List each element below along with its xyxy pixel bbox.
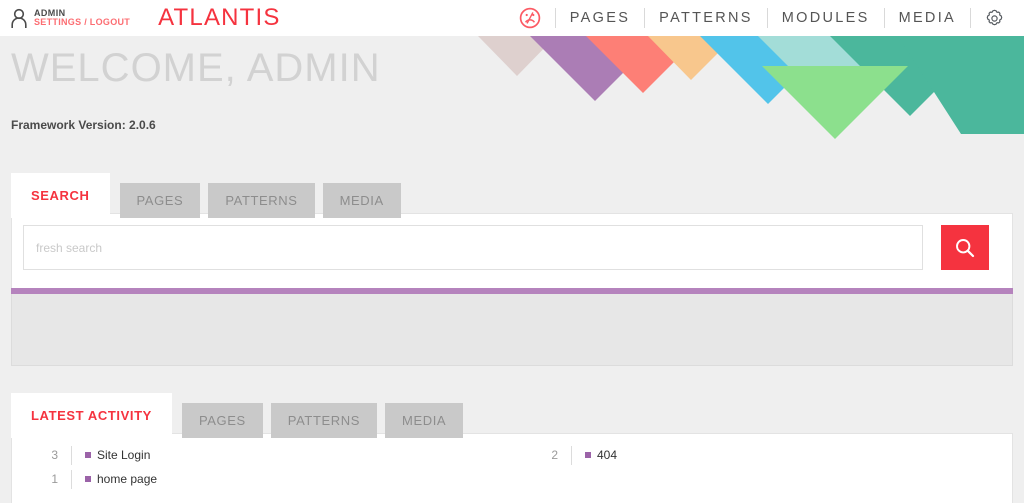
tab-latest-activity[interactable]: LATEST ACTIVITY (11, 393, 172, 438)
settings-logout-links[interactable]: SETTINGS / LOGOUT (34, 17, 130, 27)
tab-activity-pages[interactable]: PAGES (181, 403, 263, 438)
user-account-block[interactable]: ADMIN SETTINGS / LOGOUT (9, 7, 130, 29)
bullet-icon (85, 452, 91, 458)
activity-count: 2 (551, 448, 558, 462)
brand-title: ATLANTIS (158, 4, 281, 31)
nav-divider (644, 8, 646, 28)
nav-item-modules[interactable]: MODULES (782, 10, 870, 26)
nav-item-pages[interactable]: PAGES (570, 10, 630, 26)
activity-label: 404 (597, 448, 618, 462)
nav-divider (554, 8, 556, 28)
tab-activity-patterns[interactable]: PATTERNS (270, 403, 378, 438)
search-button[interactable] (941, 225, 989, 270)
activity-tab-bar: LATEST ACTIVITY PAGES PATTERNS MEDIA (11, 393, 471, 438)
gear-icon[interactable] (985, 9, 1004, 28)
activity-count: 1 (51, 472, 58, 486)
tab-search-pages[interactable]: PAGES (119, 183, 201, 218)
framework-version-label: Framework Version: 2.0.6 (11, 118, 156, 132)
tab-search-media[interactable]: MEDIA (322, 183, 401, 218)
activity-divider (71, 445, 72, 465)
bullet-icon (85, 476, 91, 482)
nav-item-patterns[interactable]: PATTERNS (659, 10, 753, 26)
magnifier-icon (956, 238, 975, 257)
main-navigation: PAGES PATTERNS MODULES MEDIA (519, 0, 1024, 36)
top-bar: ADMIN SETTINGS / LOGOUT ATLANTIS PAGES P… (0, 0, 1024, 36)
nav-divider (970, 8, 971, 28)
activity-divider (71, 469, 72, 489)
search-input[interactable] (23, 225, 923, 270)
list-item[interactable]: 3 Site Login (34, 443, 512, 467)
nav-item-media[interactable]: MEDIA (899, 10, 956, 26)
tab-search-patterns[interactable]: PATTERNS (208, 183, 315, 218)
tab-search[interactable]: SEARCH (11, 173, 110, 218)
user-icon (9, 7, 29, 29)
search-results-area (11, 294, 1013, 366)
activity-divider (571, 445, 572, 465)
activity-count: 3 (51, 448, 58, 462)
page-title: WELCOME, ADMIN (11, 46, 381, 90)
activity-panel: 3 Site Login 1 home page 2 404 (11, 433, 1013, 503)
search-tab-bar: SEARCH PAGES PATTERNS MEDIA (11, 173, 409, 218)
bullet-icon (585, 452, 591, 458)
search-panel (11, 213, 1013, 291)
activity-column-right: 2 404 (512, 443, 1012, 491)
activity-label: home page (97, 472, 158, 486)
activity-label: Site Login (97, 448, 151, 462)
gauge-icon[interactable] (519, 7, 541, 29)
list-item[interactable]: 1 home page (34, 467, 512, 491)
list-item[interactable]: 2 404 (534, 443, 1012, 467)
activity-column-left: 3 Site Login 1 home page (12, 443, 512, 491)
search-accent-bar (11, 288, 1013, 294)
nav-divider (883, 8, 885, 28)
nav-divider (766, 8, 768, 28)
tab-activity-media[interactable]: MEDIA (385, 403, 464, 438)
